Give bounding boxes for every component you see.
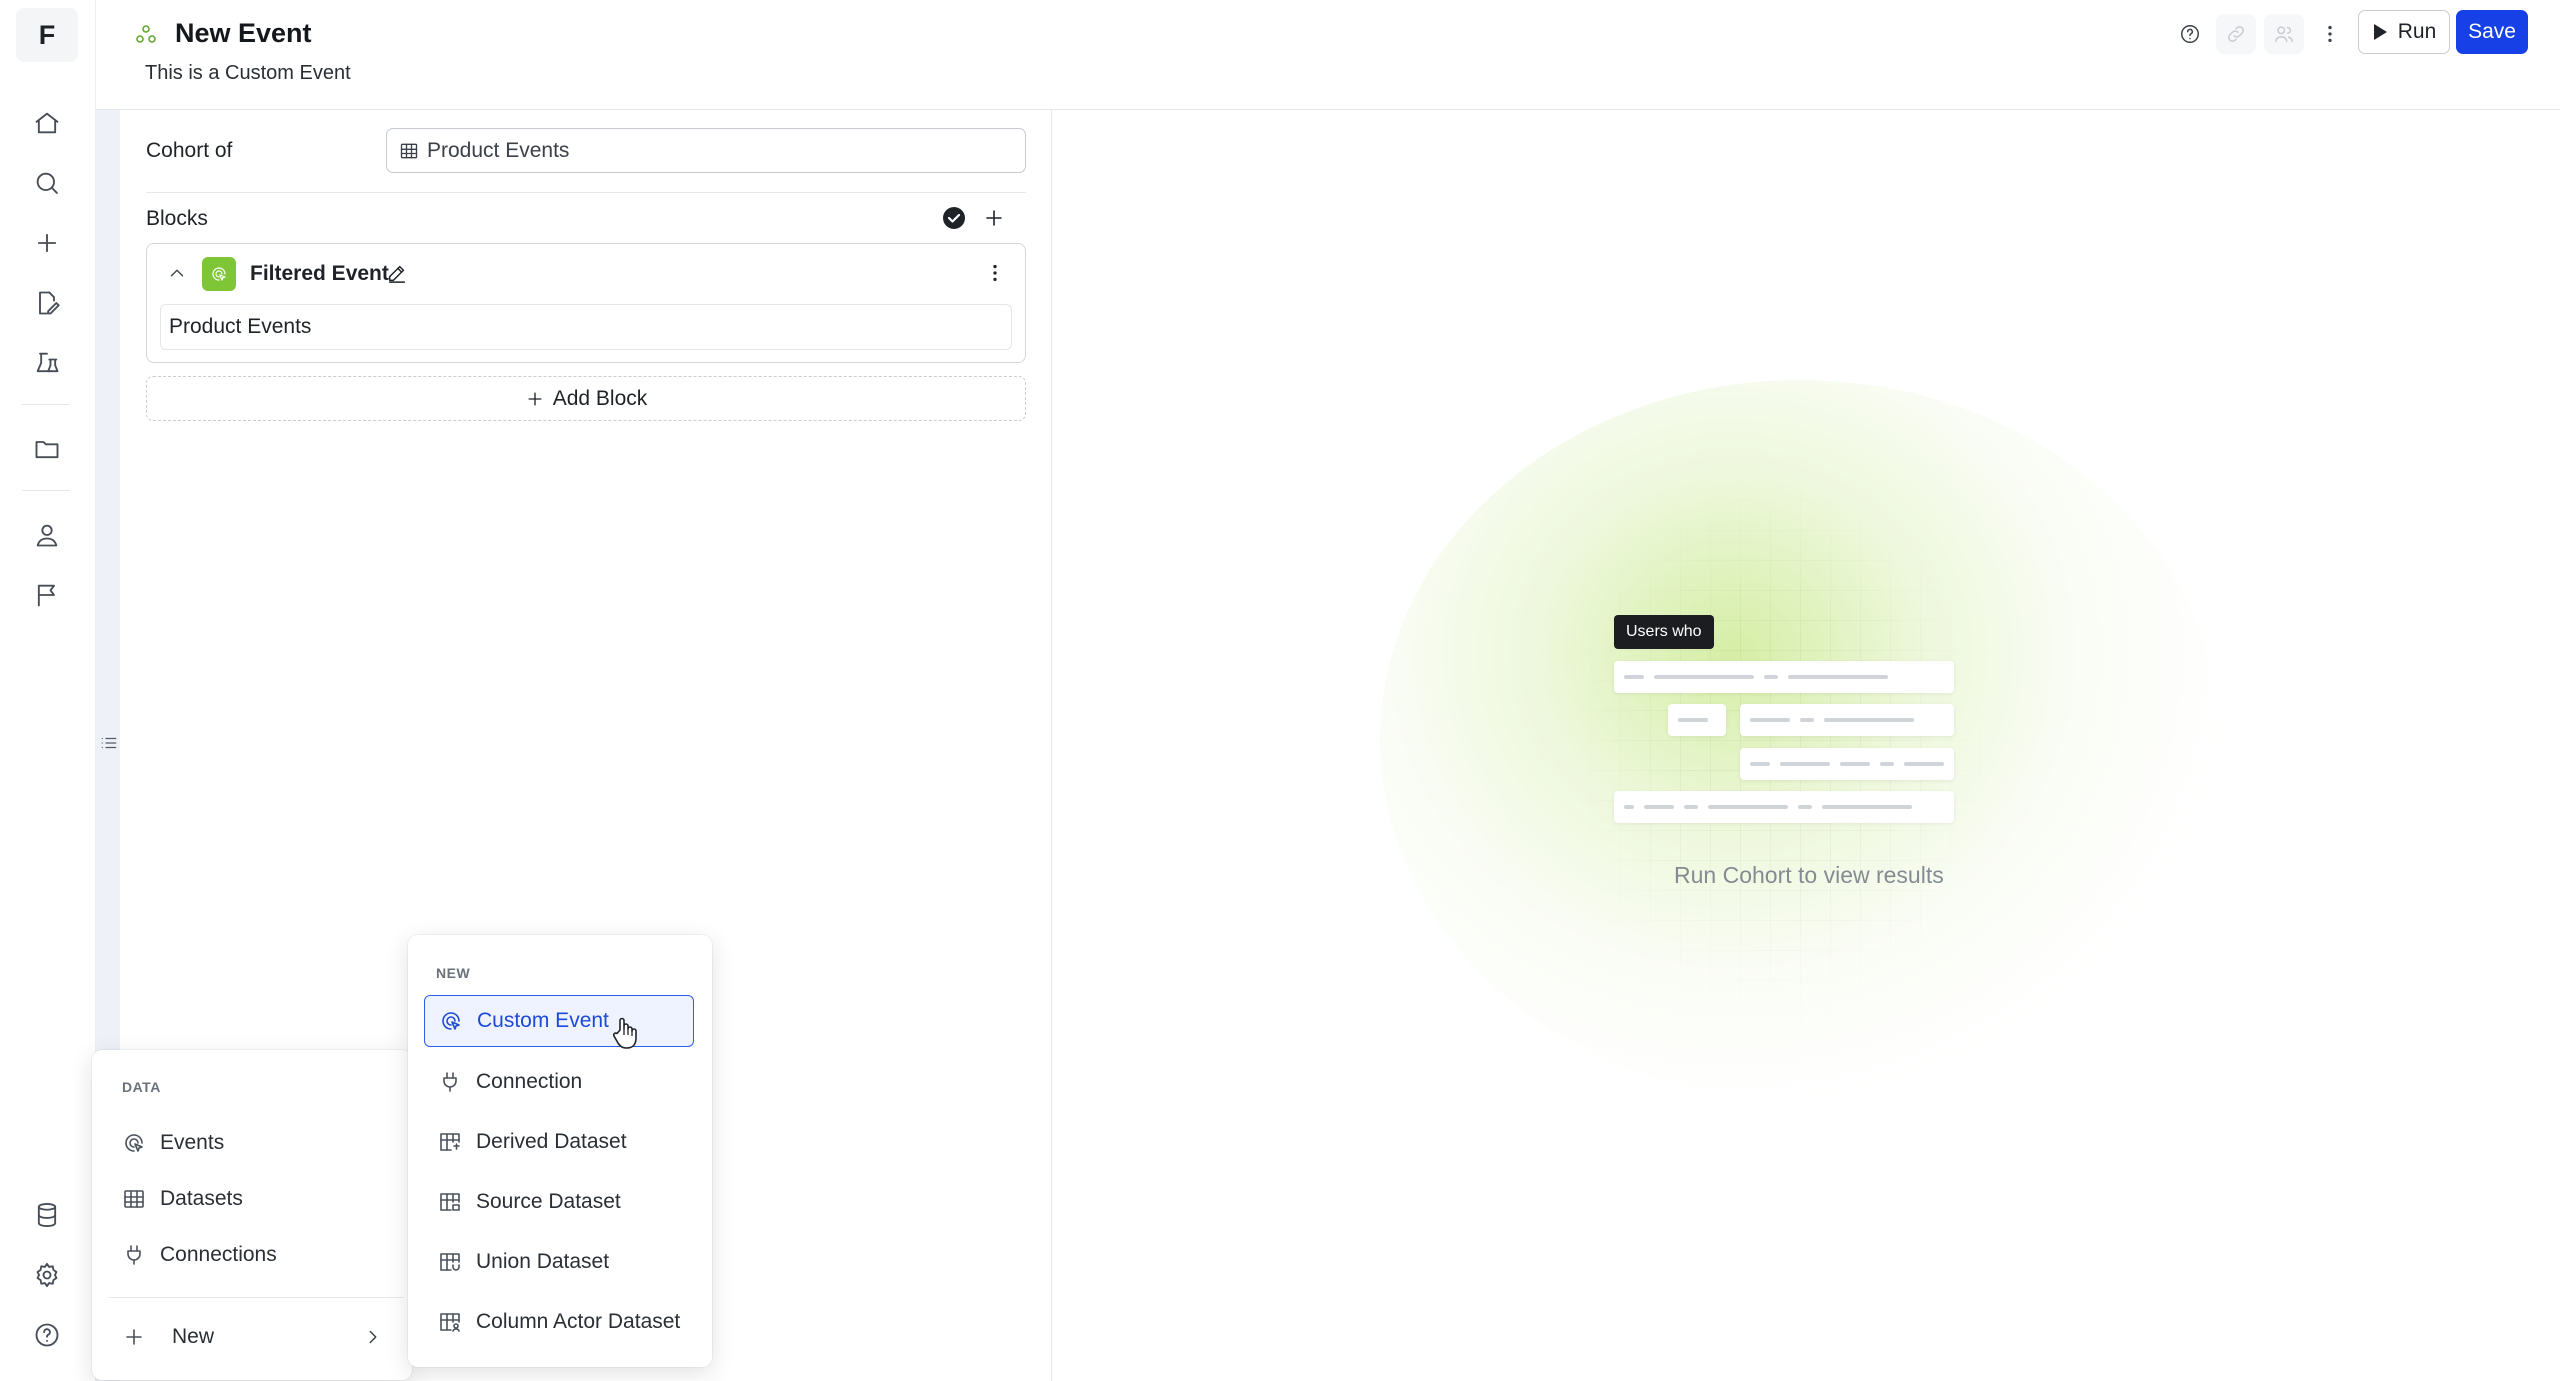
plus-icon — [122, 1325, 146, 1349]
more-options-icon[interactable] — [2310, 14, 2350, 54]
union-dataset-icon — [438, 1250, 462, 1274]
settings-gear-icon[interactable] — [24, 1252, 70, 1298]
help-icon[interactable] — [24, 1312, 70, 1358]
cohort-icon — [134, 22, 158, 46]
home-icon[interactable] — [24, 100, 70, 146]
column-actor-dataset-icon — [438, 1310, 462, 1334]
custom-event-icon — [439, 1009, 463, 1033]
add-block-label: Add Block — [552, 386, 648, 410]
help-icon[interactable] — [2170, 14, 2210, 54]
skeleton-row — [1740, 704, 1954, 736]
plug-icon — [438, 1070, 462, 1094]
source-dataset-icon — [438, 1190, 462, 1214]
block-event-field[interactable]: Product Events — [160, 304, 1012, 350]
plus-icon — [525, 389, 545, 409]
derived-dataset-icon — [438, 1130, 462, 1154]
user-icon[interactable] — [24, 512, 70, 558]
divider — [146, 192, 1026, 193]
rail-divider — [22, 404, 70, 405]
chevron-up-icon[interactable] — [166, 262, 188, 284]
search-icon[interactable] — [24, 160, 70, 206]
plug-icon — [122, 1243, 146, 1267]
events-icon — [122, 1131, 146, 1155]
plus-icon[interactable] — [24, 220, 70, 266]
menu-item-new[interactable]: New — [122, 1311, 392, 1363]
menu-item-connection[interactable]: Connection — [438, 1056, 694, 1108]
run-button-label: Run — [2397, 20, 2437, 43]
skeleton-row — [1668, 704, 1726, 736]
menu-item-derived-dataset[interactable]: Derived Dataset — [438, 1116, 694, 1168]
database-icon[interactable] — [24, 1192, 70, 1238]
menu-item-custom-event[interactable]: Custom Event — [424, 995, 694, 1047]
flag-icon[interactable] — [24, 572, 70, 618]
hand-pointer-cursor-icon — [612, 1016, 638, 1050]
lab-flask-icon[interactable] — [24, 340, 70, 386]
menu-item-events[interactable]: Events — [122, 1117, 392, 1169]
table-icon — [122, 1187, 146, 1211]
cohort-of-label: Cohort of — [146, 139, 233, 162]
nav-rail: F — [0, 0, 96, 1381]
run-button[interactable]: Run — [2358, 10, 2450, 54]
blocks-label: Blocks — [146, 207, 208, 230]
add-block-plus-icon[interactable] — [982, 206, 1006, 230]
save-button[interactable]: Save — [2456, 10, 2528, 54]
cohort-source-value: Product Events — [427, 138, 570, 162]
menu-divider — [108, 1297, 404, 1298]
edit-document-icon[interactable] — [24, 280, 70, 326]
table-icon — [399, 141, 419, 161]
menu-item-union-dataset[interactable]: Union Dataset — [438, 1236, 694, 1288]
skeleton-row — [1740, 748, 1954, 780]
pencil-icon[interactable] — [386, 262, 408, 284]
menu-item-source-dataset[interactable]: Source Dataset — [438, 1176, 694, 1228]
filtered-event-icon — [202, 257, 236, 291]
share-users-icon[interactable] — [2264, 14, 2304, 54]
menu-item-connections[interactable]: Connections — [122, 1229, 392, 1281]
skeleton-row — [1614, 791, 1954, 823]
app-logo[interactable]: F — [16, 8, 78, 62]
check-circle-icon[interactable] — [942, 206, 966, 230]
page-title[interactable]: New Event — [175, 18, 312, 49]
empty-state-message: Run Cohort to view results — [1674, 862, 1944, 888]
cohort-source-select[interactable]: Product Events — [386, 128, 1026, 173]
page-subtitle[interactable]: This is a Custom Event — [145, 62, 351, 85]
data-menu-header: DATA — [122, 1079, 161, 1095]
add-block-button[interactable]: Add Block — [146, 376, 1026, 421]
block-title[interactable]: Filtered Event — [250, 262, 389, 286]
play-icon — [2372, 23, 2388, 41]
menu-item-column-actor-dataset[interactable]: Column Actor Dataset — [438, 1296, 694, 1348]
link-icon[interactable] — [2216, 14, 2256, 54]
new-submenu-header: NEW — [436, 965, 471, 981]
folder-icon[interactable] — [24, 426, 70, 472]
users-who-chip: Users who — [1614, 615, 1714, 649]
block-more-options-icon[interactable] — [984, 262, 1006, 284]
outline-list-icon[interactable] — [100, 734, 118, 752]
menu-item-datasets[interactable]: Datasets — [122, 1173, 392, 1225]
chevron-right-icon — [362, 1326, 384, 1348]
skeleton-row — [1614, 661, 1954, 693]
rail-divider — [22, 490, 70, 491]
